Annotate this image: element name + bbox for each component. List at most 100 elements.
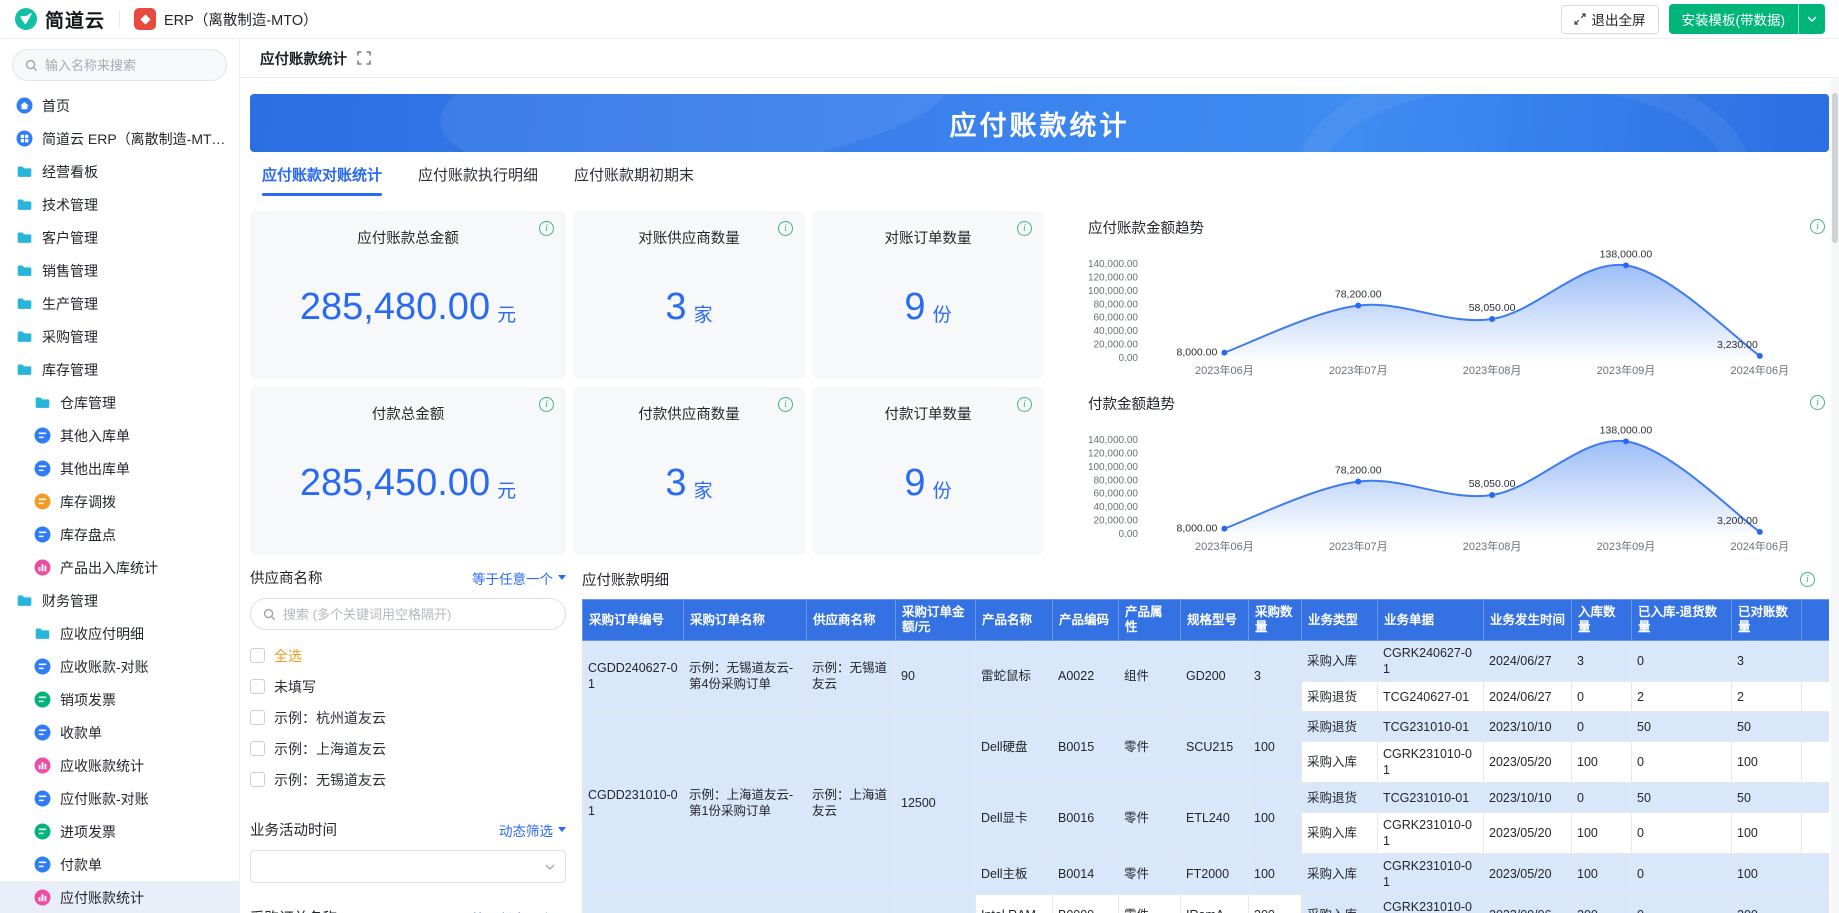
table-scroll-area[interactable]: 采购订单编号 采购订单名称 供应商名称 采购订单金额/元 产品名称 产品编码 产品属性 规格型…	[582, 599, 1829, 913]
exit-fullscreen-button[interactable]: 退出全屏	[1560, 4, 1659, 34]
sidebar-item-label: 其他出库单	[60, 460, 130, 477]
form-blue-icon	[34, 856, 51, 873]
install-template-caret[interactable]	[1798, 4, 1825, 34]
info-icon[interactable]	[1800, 572, 1815, 587]
table-cell: B0014	[1052, 853, 1119, 895]
supplier-filter-label: 供应商名称	[250, 571, 323, 587]
checkbox[interactable]	[250, 679, 265, 694]
table-cell: 0	[1631, 812, 1732, 854]
sidebar-item-label: 简道云 ERP（离散制造-MTO）...	[42, 130, 229, 147]
column-header: 采购数量	[1248, 599, 1302, 641]
info-icon[interactable]	[539, 221, 554, 236]
sidebar-item[interactable]: 仓库管理	[0, 386, 239, 419]
checkbox[interactable]	[250, 741, 265, 756]
sidebar-item[interactable]: 财务管理	[0, 584, 239, 617]
form-blue-icon	[34, 427, 51, 444]
current-app-chip[interactable]: ERP（离散制造-MTO）	[134, 8, 318, 30]
svg-text:60,000.00: 60,000.00	[1094, 489, 1139, 500]
dashboard-tab-bar: 应付账款统计	[240, 39, 1839, 78]
info-icon[interactable]	[1017, 397, 1032, 412]
sidebar-item[interactable]: 库存盘点	[0, 518, 239, 551]
sidebar-item[interactable]: 应收应付明细	[0, 617, 239, 650]
sidebar-item[interactable]: 应收账款统计	[0, 749, 239, 782]
checkbox-label: 全选	[274, 647, 302, 664]
search-icon	[263, 608, 276, 621]
column-header: 产品属性	[1118, 599, 1181, 641]
table-cell: 3	[1731, 640, 1802, 682]
info-icon[interactable]	[539, 397, 554, 412]
sidebar-item[interactable]: 应收账款-对账	[0, 650, 239, 683]
sidebar-item[interactable]: 付款单	[0, 848, 239, 881]
sidebar-search-box[interactable]	[12, 49, 227, 81]
install-template-button[interactable]: 安装模板(带数据)	[1668, 4, 1798, 34]
checkbox[interactable]	[250, 710, 265, 725]
sidebar-item[interactable]: 应付账款统计	[0, 881, 239, 913]
svg-text:138,000.00: 138,000.00	[1600, 424, 1653, 436]
table-cell: 零件	[1118, 894, 1181, 913]
supplier-search-input[interactable]	[283, 606, 553, 622]
table-cell: Dell硬盘	[975, 711, 1053, 783]
sidebar-item[interactable]: 进项发票	[0, 815, 239, 848]
sidebar-item[interactable]: 客户管理	[0, 221, 239, 254]
table-cell: 2023/05/20	[1483, 853, 1572, 895]
sidebar-item[interactable]: 生产管理	[0, 287, 239, 320]
business-time-select[interactable]	[250, 850, 566, 883]
sidebar-item[interactable]: 库存调拨	[0, 485, 239, 518]
table-cell: 示例：无锡道友云-第4份采购订单	[683, 640, 807, 712]
svg-text:2023年09月: 2023年09月	[1597, 363, 1656, 377]
fullscreen-expand-icon[interactable]	[357, 51, 371, 65]
info-icon[interactable]	[778, 221, 793, 236]
supplier-filter-option[interactable]: 示例：杭州道友云	[250, 702, 566, 733]
sidebar-item[interactable]: 经营看板	[0, 155, 239, 188]
checkbox[interactable]	[250, 648, 265, 663]
sidebar-item-label: 应付账款-对账	[60, 790, 149, 807]
info-icon[interactable]	[778, 397, 793, 412]
payable-detail-panel: 应付账款明细 采购订单编号采购订单名称供应商名称采购订单金额/元产品名称产品编码…	[582, 567, 1829, 913]
column-header: 规格型号	[1180, 599, 1249, 641]
form-blue-icon	[34, 460, 51, 477]
svg-text:78,200.00: 78,200.00	[1335, 464, 1382, 476]
sidebar-item[interactable]: 其他出库单	[0, 452, 239, 485]
sidebar-item[interactable]: 应付账款-对账	[0, 782, 239, 815]
dashboard-tab[interactable]: 应付账款统计	[260, 48, 347, 69]
sidebar-item[interactable]: 技术管理	[0, 188, 239, 221]
sidebar-item[interactable]: 产品出入库统计	[0, 551, 239, 584]
table-cell: FT2000	[1180, 853, 1249, 895]
sidebar-item-label: 销售管理	[42, 262, 98, 279]
supplier-filter-option[interactable]: 全选	[250, 640, 566, 671]
sidebar-item[interactable]: 收款单	[0, 716, 239, 749]
info-icon[interactable]	[1810, 395, 1825, 410]
erp-app-icon	[134, 8, 157, 30]
sidebar-item[interactable]: 采购管理	[0, 320, 239, 353]
supplier-search-box[interactable]	[250, 598, 566, 630]
jiandaoyun-logo[interactable]: 简道云	[14, 6, 105, 33]
info-icon[interactable]	[1810, 219, 1825, 234]
supplier-filter-operator[interactable]: 等于任意一个	[472, 568, 566, 588]
tab-payable-period[interactable]: 应付账款期初期末	[574, 164, 694, 196]
tab-payable-reconciliation[interactable]: 应付账款对账统计	[262, 164, 383, 196]
purchase-order-filter-operator[interactable]: 等于任意一个	[472, 908, 566, 913]
sidebar-item[interactable]: 首页	[0, 89, 239, 122]
column-header: 已对账数量	[1731, 599, 1802, 641]
sidebar-item[interactable]: 简道云 ERP（离散制造-MTO）...	[0, 122, 239, 155]
business-time-filter-mode[interactable]: 动态筛选	[499, 820, 566, 840]
supplier-filter-option[interactable]: 示例：上海道友云	[250, 733, 566, 764]
exit-fullscreen-icon	[1573, 13, 1586, 25]
sidebar-item[interactable]: 库存管理	[0, 353, 239, 386]
sidebar-item[interactable]: 销售管理	[0, 254, 239, 287]
folder-icon	[34, 394, 51, 411]
sidebar-search-input[interactable]	[45, 57, 214, 73]
info-icon[interactable]	[1017, 221, 1032, 236]
page-scrollbar[interactable]	[1831, 79, 1839, 913]
tab-payable-execution[interactable]: 应付账款执行明细	[418, 164, 538, 196]
svg-text:2024年06月: 2024年06月	[1730, 539, 1789, 553]
table-cell: 3	[1248, 640, 1302, 712]
sidebar-item[interactable]: 其他入库单	[0, 419, 239, 452]
supplier-filter-option[interactable]: 未填写	[250, 671, 566, 702]
sidebar-item[interactable]: 销项发票	[0, 683, 239, 716]
folder-icon	[16, 328, 33, 345]
app-icon	[16, 130, 33, 147]
scrollbar-thumb[interactable]	[1832, 93, 1838, 243]
supplier-filter-option[interactable]: 示例：无锡道友云	[250, 764, 566, 795]
checkbox[interactable]	[250, 772, 265, 787]
